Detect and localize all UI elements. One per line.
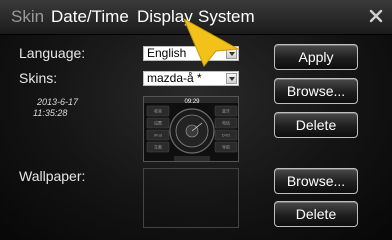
language-label: Language: [19,45,86,61]
skin-delete-button[interactable]: Delete [274,112,358,138]
skin-date: 2013-6-17 [37,97,79,107]
skin-time: 11:35:28 [33,108,68,118]
tab-date-time[interactable]: Date/Time [51,7,129,27]
wallpaper-preview [143,168,239,228]
settings-screen: Skin Date/Time Display System Language: … [0,0,392,240]
preview-menu-item: 车载 [154,144,162,150]
preview-clock: 09:29 [184,99,200,105]
skins-value: mazda-å * [147,71,202,85]
skins-label: Skins: [19,70,58,86]
skin-browse-button[interactable]: Browse... [274,78,358,104]
skins-select[interactable]: mazda-å * [143,71,239,86]
preview-menu-item: 蓝牙 [222,108,230,114]
preview-menu-item: 电话 [222,120,230,126]
skin-preview: 09:29 收音 设置 iPod 车载 蓝牙 电话 DVD 导航 [143,96,239,162]
preview-menu-item: 导航 [222,144,230,150]
preview-menu-item: 设置 [154,120,162,126]
pointer-arrow-icon [178,16,240,68]
wallpaper-delete-button[interactable]: Delete [274,201,358,227]
preview-menu-item: DVD [222,133,231,138]
preview-menu-item: 收音 [154,108,162,114]
preview-menu-item: iPod [154,133,162,138]
wallpaper-browse-button[interactable]: Browse... [274,168,358,194]
apply-button[interactable]: Apply [274,44,358,70]
chevron-down-icon [226,73,237,84]
tab-skin[interactable]: Skin [11,7,44,27]
close-icon[interactable] [368,8,384,24]
wallpaper-label: Wallpaper: [19,168,86,184]
